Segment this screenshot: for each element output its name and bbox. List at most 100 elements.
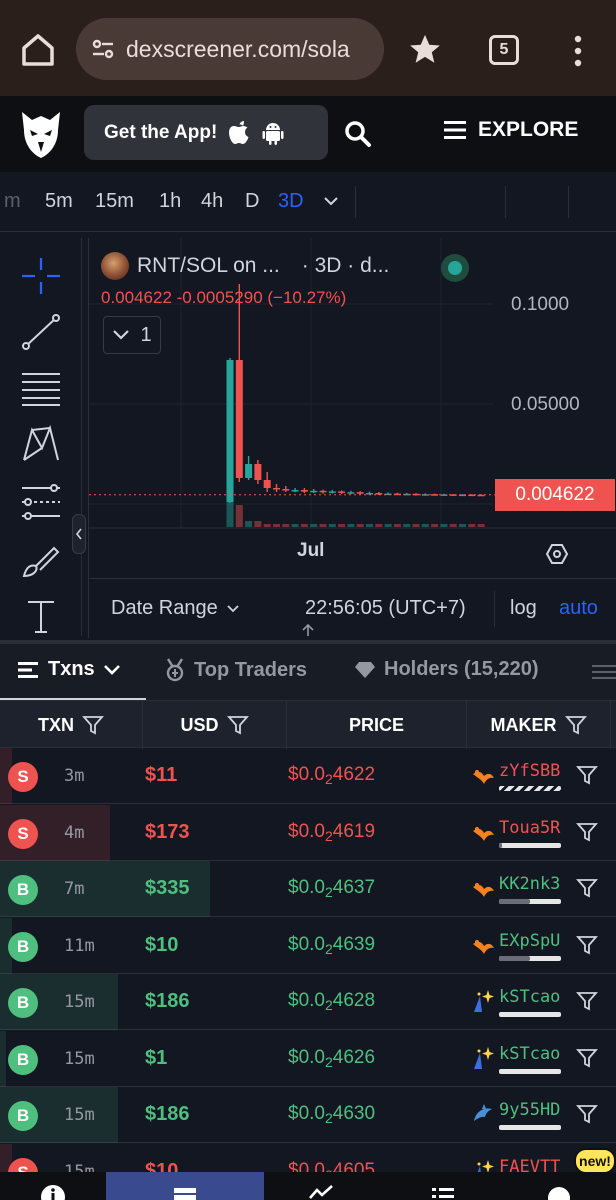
filter-icon[interactable] bbox=[576, 935, 598, 955]
table-row[interactable]: B 15m $186 $0.024630 9y55HD bbox=[0, 1087, 616, 1143]
col-usd-label: USD bbox=[180, 714, 219, 735]
txn-age: 11m bbox=[64, 935, 95, 956]
tab-switcher-button[interactable]: 5 bbox=[489, 35, 519, 65]
price-axis-label: 0.1000 bbox=[511, 294, 570, 315]
log-scale-button[interactable]: log bbox=[510, 597, 537, 620]
maker-address[interactable]: 9y55HD bbox=[499, 1100, 560, 1120]
crosshair-icon[interactable] bbox=[20, 256, 62, 296]
tab-top-traders-label: Top Traders bbox=[194, 658, 307, 681]
col-price[interactable]: PRICE bbox=[287, 701, 467, 749]
legend-title: RNT/SOL on ... bbox=[137, 254, 280, 277]
studies-toggle[interactable]: 1 bbox=[103, 316, 161, 354]
tab-top-traders[interactable]: Top Traders bbox=[164, 658, 307, 682]
address-bar[interactable]: dexscreener.com/sola bbox=[76, 18, 384, 80]
timeframe-5m[interactable]: 5m bbox=[45, 190, 73, 213]
candle-body bbox=[356, 492, 364, 494]
collapse-toolbar-button[interactable] bbox=[72, 514, 86, 554]
more-tabs-icon[interactable] bbox=[590, 662, 616, 682]
col-txn[interactable]: TXN bbox=[0, 701, 143, 749]
chart-txns-icon[interactable] bbox=[172, 1184, 198, 1200]
more-vert-icon[interactable] bbox=[570, 34, 586, 68]
filter-icon[interactable] bbox=[576, 1104, 598, 1124]
timeframe-15m[interactable]: 15m bbox=[95, 190, 134, 213]
txn-usd: $186 bbox=[145, 990, 190, 1012]
get-the-app-button[interactable]: Get the App! bbox=[84, 105, 328, 160]
txn-type-badge: B bbox=[8, 931, 38, 962]
volume-bar bbox=[254, 521, 262, 527]
chart-settings-icon[interactable] bbox=[545, 542, 569, 566]
timeframe-1m[interactable]: m bbox=[4, 190, 21, 213]
table-row[interactable]: B 7m $335 $0.024637 KK2nk3 bbox=[0, 861, 616, 917]
price-prefix: $0.0 bbox=[288, 933, 325, 955]
maker-address[interactable]: kSTcao bbox=[499, 1044, 560, 1064]
timeframe-d[interactable]: D bbox=[245, 190, 259, 213]
volume-bar bbox=[412, 524, 420, 527]
timeframe-4h[interactable]: 4h bbox=[201, 190, 223, 213]
chart-clock[interactable]: 22:56:05 (UTC+7) bbox=[305, 597, 466, 620]
filter-icon[interactable] bbox=[564, 715, 587, 735]
trend-line-icon[interactable] bbox=[20, 312, 62, 352]
date-range-button[interactable]: Date Range bbox=[111, 597, 240, 620]
text-tool-icon[interactable] bbox=[20, 596, 62, 636]
volume-bar bbox=[431, 524, 439, 527]
filter-icon[interactable] bbox=[576, 822, 598, 842]
home-icon[interactable] bbox=[18, 30, 58, 70]
filter-icon[interactable] bbox=[226, 715, 249, 735]
maker-address[interactable]: KK2nk3 bbox=[499, 874, 560, 894]
auto-scale-button[interactable]: auto bbox=[559, 597, 598, 620]
candles-nav-icon[interactable] bbox=[308, 1184, 334, 1200]
txn-type-badge: B bbox=[8, 988, 38, 1018]
list-nav-icon[interactable] bbox=[430, 1184, 456, 1200]
timeframe-chevron-down-icon[interactable] bbox=[322, 194, 340, 208]
maker-address[interactable]: kSTcao bbox=[499, 987, 560, 1007]
filter-icon[interactable] bbox=[576, 765, 598, 785]
filter-icon[interactable] bbox=[576, 878, 598, 898]
timeframe-3d[interactable]: 3D bbox=[278, 190, 304, 213]
url-text: dexscreener.com/sola bbox=[126, 35, 350, 62]
price-zero-count: 2 bbox=[324, 940, 333, 957]
site-settings-icon[interactable] bbox=[90, 36, 116, 62]
col-maker[interactable]: MAKER bbox=[467, 701, 611, 749]
col-usd[interactable]: USD bbox=[143, 701, 287, 749]
filter-icon[interactable] bbox=[576, 1048, 598, 1068]
maker-address[interactable]: zYfSBB bbox=[499, 761, 560, 781]
maker-address[interactable]: EXpSpU bbox=[499, 931, 560, 951]
txn-type-badge: B bbox=[8, 875, 38, 905]
table-row[interactable]: B 15m $1 $0.024626 kSTcao bbox=[0, 1030, 616, 1087]
timeframe-1h[interactable]: 1h bbox=[159, 190, 181, 213]
tab-txns[interactable]: Txns bbox=[18, 658, 121, 681]
volume-bar bbox=[393, 524, 401, 527]
maker-holding-fill bbox=[499, 842, 503, 848]
tab-holders[interactable]: Holders (15,220) bbox=[354, 658, 539, 681]
fib-retracement-icon[interactable] bbox=[20, 368, 62, 408]
explore-label: EXPLORE bbox=[478, 118, 579, 141]
price-chart[interactable]: RNT/SOL on ... · 3D · d... 0.004622 -0.0… bbox=[88, 238, 616, 578]
volume-bar bbox=[375, 524, 383, 527]
prediction-icon[interactable] bbox=[20, 482, 62, 522]
maker-address[interactable]: FAEVTT bbox=[499, 1157, 560, 1173]
table-row[interactable]: S 4m $173 $0.024619 Toua5R bbox=[0, 804, 616, 861]
chat-icon[interactable] bbox=[546, 1184, 572, 1200]
search-icon[interactable] bbox=[344, 120, 372, 148]
brush-icon[interactable] bbox=[20, 540, 62, 580]
table-row[interactable]: S 15m $10 $0.024605 FAEVTT bbox=[0, 1143, 616, 1173]
hamburger-icon bbox=[444, 121, 466, 139]
maker-address[interactable]: Toua5R bbox=[499, 818, 560, 838]
bookmark-star-icon[interactable] bbox=[408, 32, 442, 66]
chevron-left-icon bbox=[75, 528, 82, 540]
info-icon[interactable] bbox=[40, 1184, 66, 1200]
volume-bar bbox=[347, 524, 355, 527]
table-row[interactable]: B 15m $186 $0.024628 kSTcao bbox=[0, 974, 616, 1030]
chart-footer: Date Range 22:56:05 (UTC+7) log auto bbox=[88, 578, 616, 638]
dexscreener-logo[interactable] bbox=[18, 108, 64, 160]
txn-age: 4m bbox=[64, 822, 85, 843]
explore-button[interactable]: EXPLORE bbox=[444, 118, 578, 142]
filter-icon[interactable] bbox=[576, 991, 598, 1011]
pattern-icon[interactable] bbox=[20, 424, 62, 464]
filter-icon[interactable] bbox=[82, 715, 104, 735]
table-row[interactable]: B 11m $10 $0.024639 EXpSpU bbox=[0, 917, 616, 974]
price-zero-count: 2 bbox=[324, 997, 333, 1013]
volume-bar bbox=[282, 524, 290, 527]
table-row[interactable]: S 3m $11 $0.024622 zYfSBB bbox=[0, 748, 616, 804]
txn-table-body: S 3m $11 $0.024622 zYfSBB S 4m $173 $0.024619 Tou… bbox=[0, 748, 616, 1172]
